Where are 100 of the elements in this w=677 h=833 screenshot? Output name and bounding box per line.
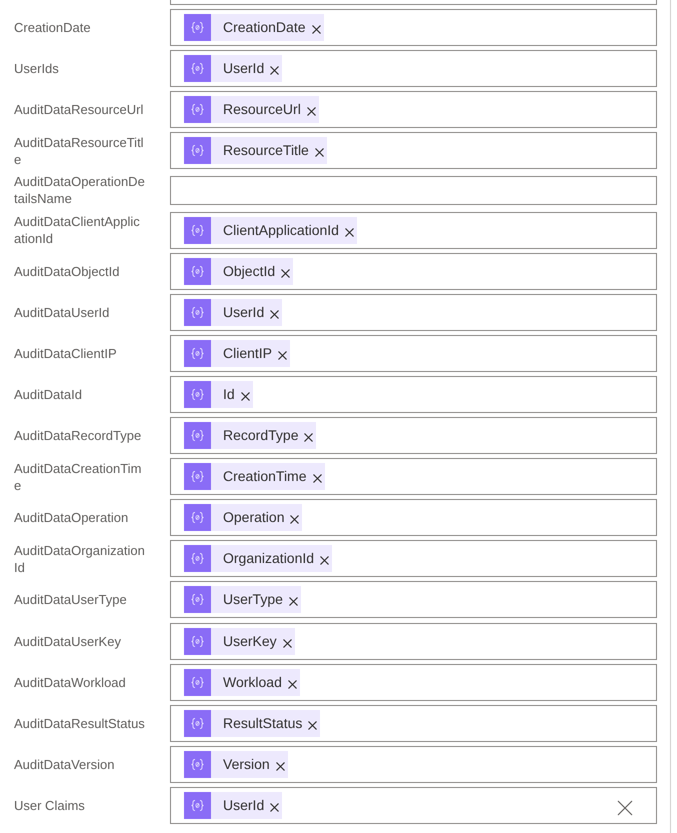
clear-button[interactable] [617, 800, 633, 816]
remove-token-button[interactable] [310, 24, 322, 36]
field-label: AuditDataCreationTime [14, 460, 142, 494]
close-icon [312, 474, 322, 484]
token-label: ResourceTitle [223, 141, 309, 160]
curly-braces-icon [184, 792, 211, 819]
input-field[interactable]: CreationTime [170, 458, 657, 496]
remove-token-button[interactable] [306, 106, 317, 118]
token-label: CreationTime [223, 467, 307, 486]
token-label: ClientApplicationId [223, 220, 339, 240]
input-field[interactable]: Version [170, 746, 657, 783]
curly-braces-icon [184, 298, 211, 326]
token-label: ObjectId [223, 262, 276, 281]
remove-token-button[interactable] [274, 760, 286, 772]
close-icon [278, 350, 288, 360]
token-label: Operation [223, 508, 284, 528]
input-field[interactable]: Workload [170, 664, 657, 701]
close-icon [306, 107, 316, 116]
close-icon [320, 556, 330, 566]
input-field[interactable]: ResultStatus [170, 704, 657, 742]
input-field[interactable]: UserKey [170, 622, 657, 660]
remove-token-button[interactable] [289, 514, 300, 526]
token-label: UserId [223, 302, 264, 322]
curly-braces-icon [184, 137, 211, 164]
close-icon [270, 310, 280, 319]
curly-braces-icon [184, 710, 211, 737]
remove-token-button[interactable] [282, 638, 293, 648]
close-icon [344, 228, 354, 237]
field-label: AuditDataResourceTitle [14, 134, 145, 168]
field-label: UserIds [14, 60, 60, 78]
field-label: AuditDataResultStatus [14, 714, 146, 732]
remove-token-button[interactable] [269, 65, 280, 76]
input-field[interactable]: OrganizationId [170, 540, 657, 578]
close-icon [617, 800, 633, 816]
input-field[interactable]: ResourceTitle [170, 132, 657, 170]
curly-braces-icon [184, 216, 211, 244]
remove-token-button[interactable] [312, 473, 323, 484]
input-field[interactable]: CreationDate [170, 9, 657, 46]
curly-braces-icon [184, 504, 211, 532]
input-field[interactable]: Id [170, 376, 657, 413]
curly-braces-icon [184, 55, 211, 82]
close-icon [290, 515, 300, 524]
close-icon [288, 680, 297, 689]
input-field[interactable]: ObjectId [170, 252, 657, 290]
field-label: AuditDataClientApplicationId [14, 213, 141, 248]
remove-token-button[interactable] [344, 226, 355, 238]
token-label: RecordType [223, 426, 298, 446]
close-icon [308, 720, 318, 730]
token-label: UserId [223, 796, 264, 815]
remove-token-button[interactable] [303, 432, 314, 444]
curly-braces-icon [184, 258, 211, 285]
curly-braces-icon [184, 340, 211, 367]
token-label: ResourceUrl [223, 100, 301, 120]
field-label: AuditDataVersion [14, 756, 116, 773]
curly-braces-icon [184, 96, 211, 124]
field-label: CreationDate [14, 19, 92, 36]
input-field[interactable]: ResourceUrl [170, 91, 657, 128]
remove-token-button[interactable] [280, 268, 292, 279]
input-field[interactable]: RecordType [170, 417, 657, 454]
remove-token-button[interactable] [314, 147, 325, 158]
token-label: OrganizationId [223, 549, 314, 568]
field-label: AuditDataWorkload [14, 674, 127, 691]
field-label: AuditDataId [14, 386, 83, 403]
input-field[interactable] [170, 0, 657, 5]
input-field[interactable]: UserType [170, 581, 657, 618]
token-label: UserKey [223, 632, 277, 650]
close-icon [276, 762, 285, 771]
curly-braces-icon [184, 380, 211, 408]
field-label: User Claims [14, 796, 86, 814]
field-label: AuditDataRecordType [14, 427, 142, 444]
input-field[interactable]: UserId [170, 786, 657, 824]
input-field[interactable]: UserId [170, 294, 657, 331]
input-field[interactable]: Operation [170, 499, 657, 536]
remove-token-button[interactable] [307, 720, 318, 731]
remove-token-button[interactable] [288, 596, 299, 608]
remove-token-button[interactable] [269, 802, 280, 813]
field-label: AuditDataClientIP [14, 344, 118, 362]
token-label: UserId [223, 59, 264, 78]
field-label: AuditDataOperation [14, 509, 130, 526]
token-label: CreationDate [223, 18, 306, 38]
close-icon [288, 597, 298, 606]
token-label: UserType [223, 590, 283, 610]
remove-token-button[interactable] [277, 350, 288, 361]
curly-braces-icon [184, 750, 211, 778]
input-field[interactable]: ClientApplicationId [170, 212, 657, 249]
token-label: Workload [223, 672, 282, 692]
field-label: AuditDataUserKey [14, 632, 122, 650]
input-field[interactable]: UserId [170, 50, 657, 88]
remove-token-button[interactable] [319, 555, 330, 566]
remove-token-button[interactable] [269, 308, 280, 320]
close-icon [312, 25, 320, 34]
remove-token-button[interactable] [286, 678, 298, 690]
remove-token-button[interactable] [240, 390, 251, 402]
curly-braces-icon [184, 668, 211, 696]
field-label: AuditDataResourceUrl [14, 101, 144, 118]
curly-braces-icon [184, 586, 211, 614]
input-field[interactable] [170, 176, 657, 205]
input-field[interactable]: ClientIP [170, 334, 657, 372]
token-label: Version [223, 754, 270, 774]
close-icon [281, 268, 290, 278]
